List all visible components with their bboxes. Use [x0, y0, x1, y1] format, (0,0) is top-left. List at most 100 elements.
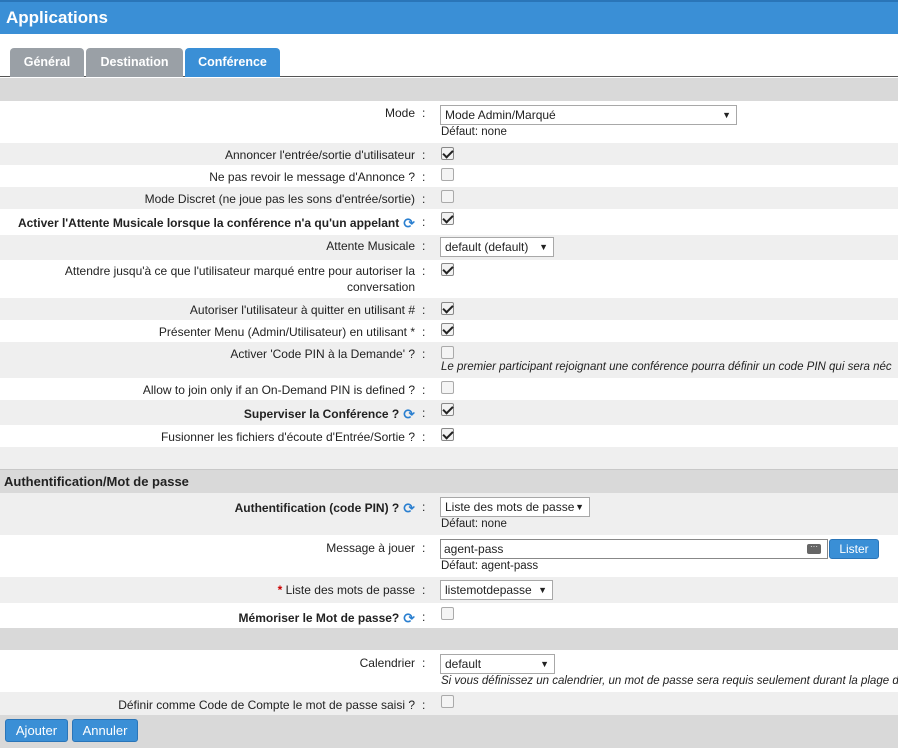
allow-join-pin-label: Allow to join only if an On-Demand PIN i…	[142, 383, 415, 397]
no-replay-checkbox[interactable]	[441, 168, 454, 181]
mode-label: Mode	[384, 106, 415, 120]
pin-auth-select[interactable]: Liste des mots de passe ▼	[440, 497, 590, 517]
row-account-code: Définir comme Code de Compte le mot de p…	[0, 692, 898, 715]
quiet-mode-label: Mode Discret (ne joue pas les sons d'ent…	[144, 192, 415, 206]
moh-class-select[interactable]: default (default) ▼	[440, 237, 554, 257]
cancel-button[interactable]: Annuler	[72, 719, 138, 742]
remember-password-checkbox[interactable]	[441, 607, 454, 620]
refresh-icon[interactable]: ⟳	[403, 500, 415, 516]
prompt-input-value: agent-pass	[444, 542, 504, 556]
refresh-icon[interactable]: ⟳	[403, 406, 415, 422]
colon: :	[422, 406, 426, 420]
account-code-label: Définir comme Code de Compte le mot de p…	[118, 698, 415, 712]
password-list-label: Liste des mots de passe	[285, 583, 415, 597]
colon: :	[422, 383, 426, 397]
row-quiet-mode: Mode Discret (ne joue pas les sons d'ent…	[0, 187, 898, 209]
allow-exit-checkbox[interactable]	[441, 302, 454, 315]
announce-checkbox[interactable]	[441, 147, 454, 160]
row-merge-recordings: Fusionner les fichiers d'écoute d'Entrée…	[0, 425, 898, 447]
colon: :	[422, 148, 426, 162]
prompt-label: Message à jouer	[326, 541, 415, 555]
row-announce: Annoncer l'entrée/sortie d'utilisateur :	[0, 143, 898, 165]
row-mode: Mode : Mode Admin/Marqué ▼ Défaut: none	[0, 101, 898, 143]
calendar-select[interactable]: default ▼	[440, 654, 555, 674]
account-code-checkbox[interactable]	[441, 695, 454, 708]
on-demand-pin-checkbox[interactable]	[441, 346, 454, 359]
colon: :	[422, 347, 426, 361]
allow-join-pin-checkbox[interactable]	[441, 381, 454, 394]
colon: :	[422, 610, 426, 624]
wait-marked-label-line1: Attendre jusqu'à ce que l'utilisateur ma…	[64, 264, 415, 278]
row-on-demand-pin: Activer 'Code PIN à la Demande' ? : Le p…	[0, 342, 898, 378]
page-title: Applications	[6, 8, 109, 27]
row-spacer	[0, 447, 898, 469]
wait-marked-checkbox[interactable]	[441, 263, 454, 276]
moh-class-value: default (default)	[445, 240, 529, 254]
on-demand-pin-hint: Le premier participant rejoignant une co…	[441, 361, 892, 373]
on-demand-pin-label: Activer 'Code PIN à la Demande' ?	[230, 347, 415, 361]
row-calendar: Calendrier : default ▼ Si vous définisse…	[0, 650, 898, 692]
row-moh-class: Attente Musicale : default (default) ▼	[0, 235, 898, 260]
row-pin-auth: Authentification (code PIN) ? ⟳ : Liste d…	[0, 493, 898, 535]
merge-recordings-checkbox[interactable]	[441, 428, 454, 441]
row-password-list: * Liste des mots de passe : listemotdepa…	[0, 577, 898, 603]
tab-general[interactable]: Général	[10, 48, 84, 77]
moh-class-label: Attente Musicale	[326, 239, 415, 253]
prompt-input[interactable]: agent-pass ···	[440, 539, 828, 559]
colon: :	[422, 170, 426, 184]
colon: :	[422, 541, 426, 555]
menu-star-checkbox[interactable]	[441, 323, 454, 336]
colon: :	[422, 215, 426, 229]
row-allow-join-pin: Allow to join only if an On-Demand PIN i…	[0, 378, 898, 400]
mode-default: Défaut: none	[441, 126, 507, 138]
chevron-down-icon: ▼	[575, 502, 584, 512]
monitor-label-wrap: Superviser la Conférence ? ⟳	[244, 406, 415, 422]
mode-select[interactable]: Mode Admin/Marqué ▼	[440, 105, 737, 125]
wait-marked-label-line2: conversation	[346, 280, 415, 294]
colon: :	[422, 239, 426, 253]
calendar-hint: Si vous définissez un calendrier, un mot…	[441, 675, 898, 687]
refresh-icon[interactable]: ⟳	[403, 215, 415, 231]
announce-label: Annoncer l'entrée/sortie d'utilisateur	[224, 148, 415, 162]
row-wait-marked: Attendre jusqu'à ce que l'utilisateur ma…	[0, 260, 898, 298]
row-moh-single: Activer l'Attente Musicale lorsque la co…	[0, 209, 898, 235]
prompt-default: Défaut: agent-pass	[441, 560, 539, 572]
colon: :	[422, 264, 426, 278]
row-no-replay: Ne pas revoir le message d'Annonce ? :	[0, 165, 898, 187]
calendar-value: default	[445, 657, 482, 671]
list-button[interactable]: Lister	[829, 539, 879, 559]
no-replay-label: Ne pas revoir le message d'Annonce ?	[209, 170, 415, 184]
allow-exit-label: Autoriser l'utilisateur à quitter en uti…	[189, 303, 415, 317]
pin-auth-label: Authentification (code PIN) ?	[234, 501, 400, 515]
monitor-checkbox[interactable]	[441, 403, 454, 416]
mode-select-value: Mode Admin/Marqué	[445, 108, 556, 122]
colon: :	[422, 192, 426, 206]
remember-password-label: Mémoriser le Mot de passe?	[238, 611, 400, 625]
more-options-icon[interactable]: ···	[807, 543, 821, 554]
app-header: Applications	[0, 0, 898, 34]
colon: :	[422, 106, 426, 120]
add-button[interactable]: Ajouter	[5, 719, 68, 742]
section-spacer	[0, 628, 898, 650]
monitor-label: Superviser la Conférence ?	[243, 407, 400, 421]
tab-destination[interactable]: Destination	[86, 48, 183, 77]
moh-single-checkbox[interactable]	[441, 212, 454, 225]
required-mark: *	[277, 583, 283, 597]
row-menu-star: Présenter Menu (Admin/Utilisateur) en ut…	[0, 320, 898, 342]
colon: :	[422, 656, 426, 670]
row-remember-password: Mémoriser le Mot de passe? ⟳ :	[0, 603, 898, 628]
row-prompt: Message à jouer : agent-pass ··· Lister …	[0, 535, 898, 577]
colon: :	[422, 303, 426, 317]
tab-conference[interactable]: Conférence	[185, 48, 280, 77]
password-list-select[interactable]: listemotdepasse ▼	[440, 580, 553, 600]
pin-auth-value: Liste des mots de passe	[445, 500, 575, 514]
refresh-icon[interactable]: ⟳	[403, 610, 415, 626]
moh-single-label-wrap: Activer l'Attente Musicale lorsque la co…	[18, 215, 415, 231]
quiet-mode-checkbox[interactable]	[441, 190, 454, 203]
tab-bar: Général Destination Conférence	[0, 34, 898, 77]
calendar-label: Calendrier	[359, 656, 415, 670]
section-spacer	[0, 78, 898, 101]
chevron-down-icon: ▼	[539, 242, 548, 252]
colon: :	[422, 430, 426, 444]
colon: :	[422, 325, 426, 339]
